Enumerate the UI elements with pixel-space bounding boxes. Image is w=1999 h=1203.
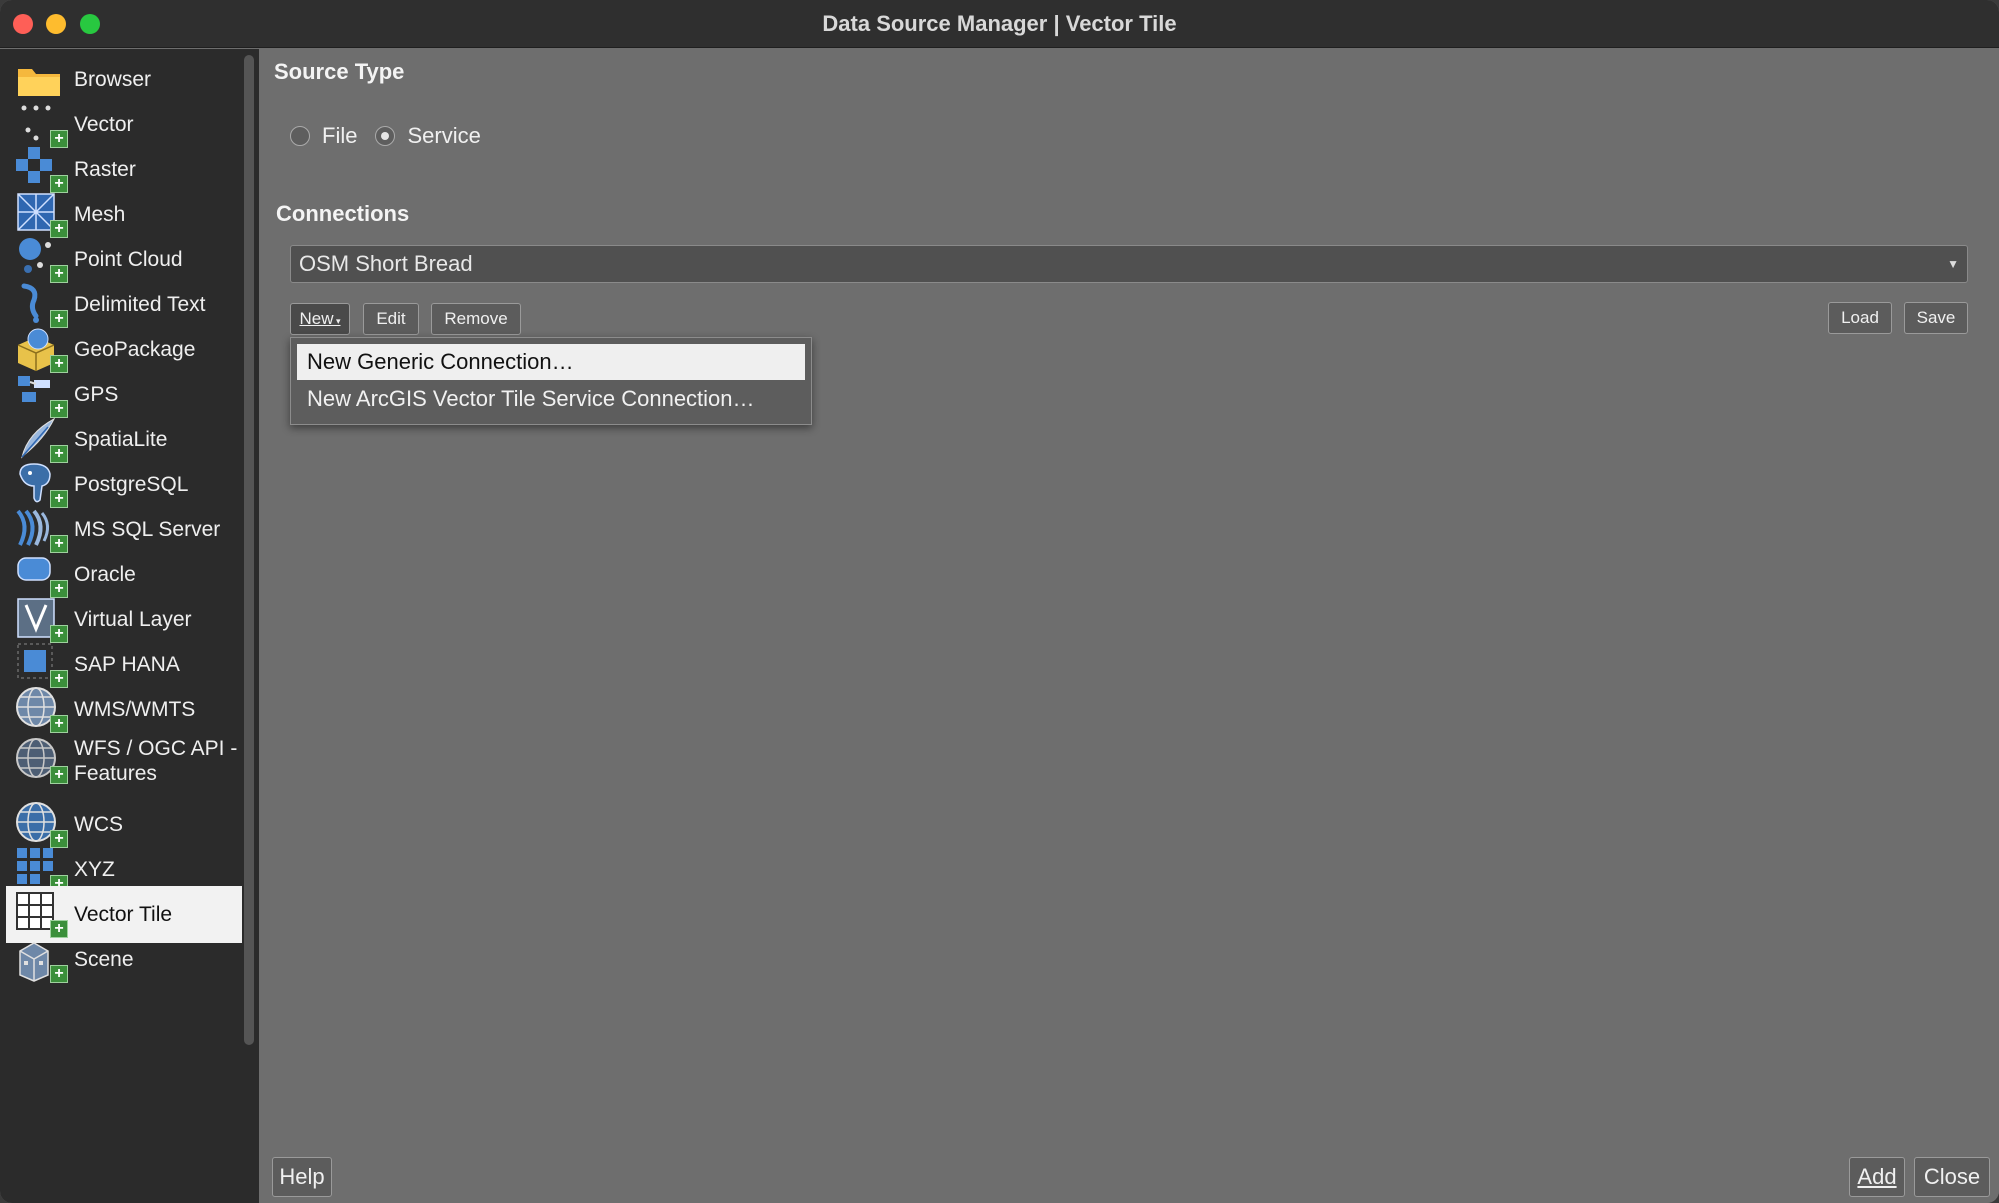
remove-connection-button[interactable]: Remove [431,303,521,335]
sidebar-item-label: GPS [74,383,119,406]
sidebar-item-label: Delimited Text [74,293,206,316]
sidebar-scrollbar[interactable] [244,55,254,1045]
sidebar: Browser + Vector + Raster + Mesh + Point… [0,49,259,1203]
connections-heading: Connections [276,201,410,226]
new-connection-menu: New Generic Connection… New ArcGIS Vecto… [290,337,812,425]
sidebar-item-label: WCS [74,813,123,836]
sidebar-item-scene[interactable]: + Scene [6,931,242,988]
add-icon: + [50,964,68,983]
close-button[interactable]: Close [1914,1157,1990,1197]
connections-selected-value: OSM Short Bread [299,251,473,276]
service-radio[interactable] [375,126,396,146]
load-connections-button[interactable]: Load [1828,302,1892,334]
data-source-manager-window: Data Source Manager | Vector Tile Browse… [0,0,1999,1203]
window-title: Data Source Manager | Vector Tile [822,11,1177,36]
service-radio-label[interactable]: Service [407,123,480,149]
file-radio-label[interactable]: File [322,123,357,149]
save-connections-button[interactable]: Save [1904,302,1968,334]
help-button[interactable]: Help [272,1157,332,1197]
sidebar-item-label: Raster [74,158,136,181]
menu-item-new-generic-connection[interactable]: New Generic Connection… [297,344,805,380]
wfs-globe-icon: + [14,736,68,786]
source-type-heading: Source Type [274,59,405,84]
title-bar: Data Source Manager | Vector Tile [0,0,1999,48]
sidebar-item-wfs-ogc-api-features[interactable]: + WFS / OGC API - Features [6,726,242,796]
dropdown-arrow-icon: ▾ [333,316,341,326]
scene-icon: + [14,935,68,985]
sidebar-item-label: Mesh [74,203,126,226]
sidebar-item-label: PostgreSQL [74,473,189,496]
edit-connection-button[interactable]: Edit [363,303,419,335]
sidebar-item-label: Scene [74,948,134,971]
sidebar-item-label: XYZ [74,858,115,881]
chevron-down-icon: ▼ [1947,257,1959,271]
add-button[interactable]: Add [1849,1157,1905,1197]
sidebar-item-label: Oracle [74,563,136,586]
sidebar-item-label: Point Cloud [74,248,183,271]
sidebar-item-label: GeoPackage [74,338,196,361]
new-connection-button[interactable]: New ▾ [290,303,350,335]
sidebar-item-label: Vector [74,113,134,136]
sidebar-item-label: WMS/WMTS [74,698,196,721]
sidebar-item-label: Virtual Layer [74,608,192,631]
sidebar-item-label: Browser [74,68,152,91]
add-icon: + [50,766,68,784]
sidebar-item-label: Vector Tile [74,903,173,926]
sidebar-item-label: SAP HANA [74,653,180,676]
sidebar-item-label: MS SQL Server [74,518,221,541]
sidebar-item-label: SpatiaLite [74,428,168,451]
source-type-radio-group: File Service [290,123,499,149]
connections-dropdown[interactable]: OSM Short Bread ▼ [290,245,1968,283]
file-radio[interactable] [290,126,310,146]
sidebar-item-label: WFS / OGC API - Features [74,737,238,785]
main-panel: Source Type File Service Connections OSM… [260,49,1999,1203]
menu-item-new-arcgis-connection[interactable]: New ArcGIS Vector Tile Service Connectio… [297,381,805,417]
